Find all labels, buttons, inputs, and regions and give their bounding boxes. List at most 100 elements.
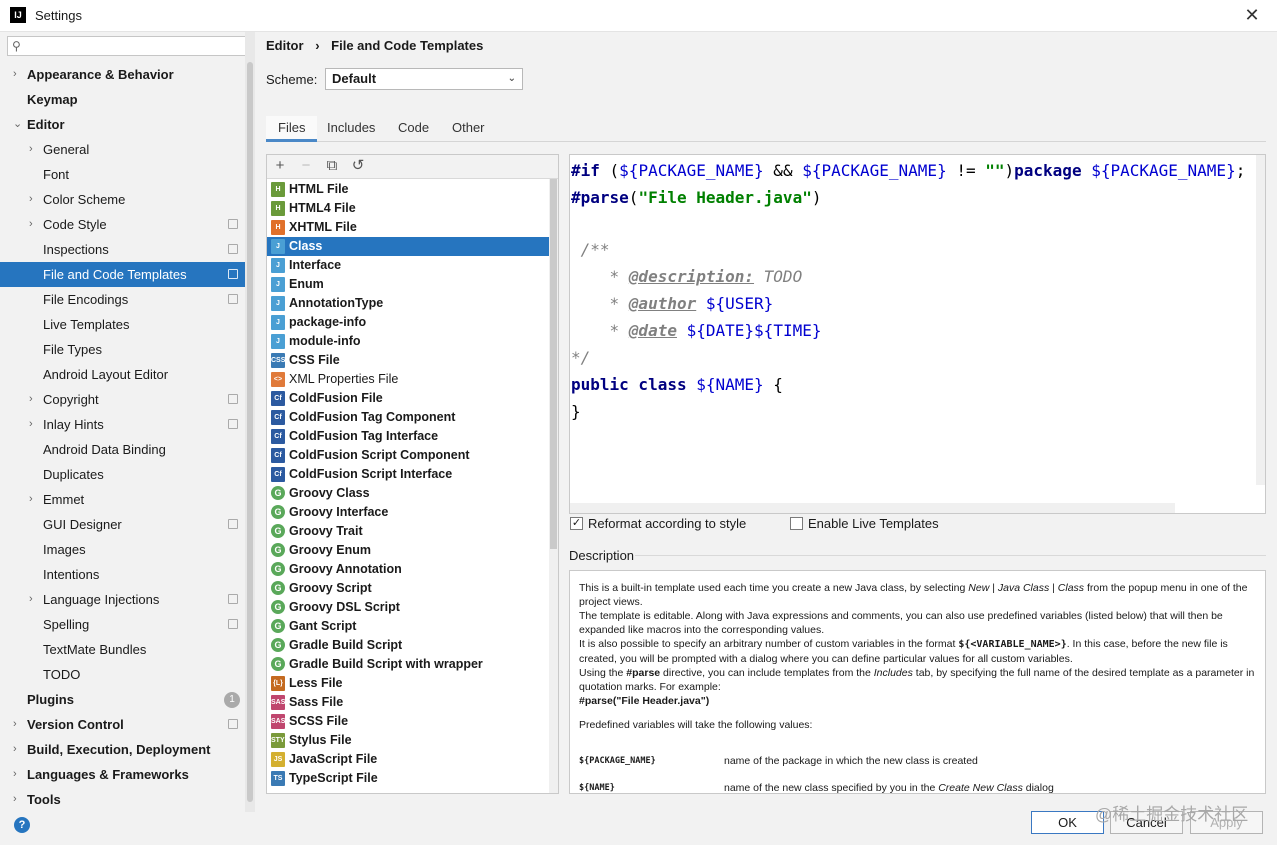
tree-item[interactable]: Spelling — [0, 612, 245, 637]
tab-code[interactable]: Code — [386, 116, 441, 142]
tree-item[interactable]: Plugins 1 — [0, 687, 245, 712]
template-list-item[interactable]: {L} Less File — [267, 674, 549, 693]
template-list-item[interactable]: G Groovy Enum — [267, 541, 549, 560]
reformat-check-box[interactable]: ✓ — [570, 517, 583, 530]
template-list-item[interactable]: H HTML File — [267, 180, 549, 199]
template-list-item[interactable]: J Class — [267, 237, 549, 256]
chevron-right-icon[interactable]: › — [13, 737, 17, 762]
tree-item[interactable]: › Tools — [0, 787, 245, 812]
template-list-item[interactable]: JS JavaScript File — [267, 750, 549, 769]
template-list-item[interactable]: Cf ColdFusion Tag Interface — [267, 427, 549, 446]
template-list-item[interactable]: Jmodule-info — [267, 332, 549, 351]
chevron-right-icon[interactable]: › — [29, 137, 33, 162]
tree-item[interactable]: TODO — [0, 662, 245, 687]
template-list-item[interactable]: G Groovy Script — [267, 579, 549, 598]
template-list-item[interactable]: SASS Sass File — [267, 693, 549, 712]
tree-item[interactable]: Live Templates — [0, 312, 245, 337]
copy-template-button[interactable]: ⧉ — [323, 157, 341, 175]
template-list-item[interactable]: Jpackage-info — [267, 313, 549, 332]
template-list-item[interactable]: J Interface — [267, 256, 549, 275]
template-list-item[interactable]: G Groovy Class — [267, 484, 549, 503]
tree-item[interactable]: ⌄ Editor — [0, 112, 245, 137]
template-list-item[interactable]: CSS CSS File — [267, 351, 549, 370]
template-list-item[interactable]: G Gant Script — [267, 617, 549, 636]
template-list-item[interactable]: Cf ColdFusion File — [267, 389, 549, 408]
tab-includes[interactable]: Includes — [315, 116, 387, 142]
tree-item[interactable]: › General — [0, 137, 245, 162]
chevron-right-icon[interactable]: › — [13, 62, 17, 87]
tree-item[interactable]: Duplicates — [0, 462, 245, 487]
scheme-dropdown[interactable]: Default ⌄ — [325, 68, 523, 90]
search-field[interactable]: ⚲ — [7, 36, 249, 56]
chevron-right-icon[interactable]: › — [29, 412, 33, 437]
template-list-scrollbar-thumb[interactable] — [550, 179, 557, 549]
sidebar-scrollbar[interactable] — [245, 32, 255, 812]
tree-item[interactable]: › Language Injections — [0, 587, 245, 612]
template-list-item[interactable]: G Groovy Annotation — [267, 560, 549, 579]
tree-item[interactable]: Android Data Binding — [0, 437, 245, 462]
chevron-down-icon[interactable]: ⌄ — [13, 112, 22, 137]
tree-item[interactable]: Intentions — [0, 562, 245, 587]
tree-item[interactable]: › Inlay Hints — [0, 412, 245, 437]
tree-item[interactable]: Images — [0, 537, 245, 562]
template-list-item[interactable]: STYL Stylus File — [267, 731, 549, 750]
template-list-item[interactable]: G Groovy Trait — [267, 522, 549, 541]
template-code-editor[interactable]: #if (${PACKAGE_NAME} && ${PACKAGE_NAME} … — [569, 154, 1266, 514]
template-list-item[interactable]: SASS SCSS File — [267, 712, 549, 731]
reset-template-button[interactable]: ↺ — [349, 157, 367, 175]
chevron-right-icon[interactable]: › — [13, 712, 17, 737]
template-list-item[interactable]: Cf ColdFusion Tag Component — [267, 408, 549, 427]
template-list-item[interactable]: J AnnotationType — [267, 294, 549, 313]
tree-item[interactable]: File Types — [0, 337, 245, 362]
help-icon[interactable]: ? — [14, 817, 30, 833]
tree-item[interactable]: › Build, Execution, Deployment — [0, 737, 245, 762]
live-templates-check-box[interactable] — [790, 517, 803, 530]
tree-item[interactable]: File and Code Templates — [0, 262, 245, 287]
tab-files[interactable]: Files — [266, 116, 318, 142]
tree-item[interactable]: TextMate Bundles — [0, 637, 245, 662]
template-list-item[interactable]: <> XML Properties File — [267, 370, 549, 389]
template-list-item[interactable]: Cf ColdFusion Script Component — [267, 446, 549, 465]
tree-item[interactable]: Font — [0, 162, 245, 187]
chevron-right-icon[interactable]: › — [13, 762, 17, 787]
chevron-right-icon[interactable]: › — [29, 187, 33, 212]
tree-item[interactable]: › Color Scheme — [0, 187, 245, 212]
template-list-item[interactable]: G Groovy DSL Script — [267, 598, 549, 617]
tree-item[interactable]: Android Layout Editor — [0, 362, 245, 387]
chevron-right-icon[interactable]: › — [29, 212, 33, 237]
tree-item[interactable]: File Encodings — [0, 287, 245, 312]
tree-item[interactable]: › Code Style — [0, 212, 245, 237]
template-list-item[interactable]: G Gradle Build Script — [267, 636, 549, 655]
template-list-item[interactable]: J Enum — [267, 275, 549, 294]
live-templates-checkbox[interactable]: Enable Live Templates — [790, 517, 950, 533]
template-list-item[interactable]: Cf ColdFusion Script Interface — [267, 465, 549, 484]
tree-item[interactable]: › Languages & Frameworks — [0, 762, 245, 787]
close-button[interactable]: ✕ — [1240, 4, 1264, 28]
breadcrumb-editor[interactable]: Editor — [266, 38, 304, 53]
chevron-right-icon[interactable]: › — [29, 487, 33, 512]
remove-template-button[interactable]: − — [297, 157, 315, 175]
tree-item[interactable]: GUI Designer — [0, 512, 245, 537]
editor-vertical-scrollbar[interactable] — [1256, 155, 1265, 485]
tree-item[interactable]: › Emmet — [0, 487, 245, 512]
tab-other[interactable]: Other — [440, 116, 497, 142]
tree-item[interactable]: › Appearance & Behavior — [0, 62, 245, 87]
editor-horizontal-scrollbar[interactable] — [570, 503, 1175, 513]
chevron-right-icon[interactable]: › — [29, 587, 33, 612]
tree-item[interactable]: Inspections — [0, 237, 245, 262]
search-input[interactable] — [26, 37, 246, 55]
template-list-item[interactable]: TS TypeScript File — [267, 769, 549, 788]
sidebar-scrollbar-thumb[interactable] — [247, 62, 253, 802]
ok-button[interactable]: OK — [1031, 811, 1104, 834]
reformat-checkbox[interactable]: ✓ Reformat according to style — [570, 517, 760, 533]
tree-item[interactable]: Keymap — [0, 87, 245, 112]
chevron-right-icon[interactable]: › — [29, 387, 33, 412]
tree-item[interactable]: › Copyright — [0, 387, 245, 412]
template-list-item[interactable]: H XHTML File — [267, 218, 549, 237]
chevron-right-icon[interactable]: › — [13, 787, 17, 812]
template-list-item[interactable]: H HTML4 File — [267, 199, 549, 218]
template-list-scrollbar[interactable] — [549, 179, 558, 793]
tree-item[interactable]: › Version Control — [0, 712, 245, 737]
template-list-item[interactable]: G Gradle Build Script with wrapper — [267, 655, 549, 674]
add-template-button[interactable]: + — [271, 157, 289, 175]
